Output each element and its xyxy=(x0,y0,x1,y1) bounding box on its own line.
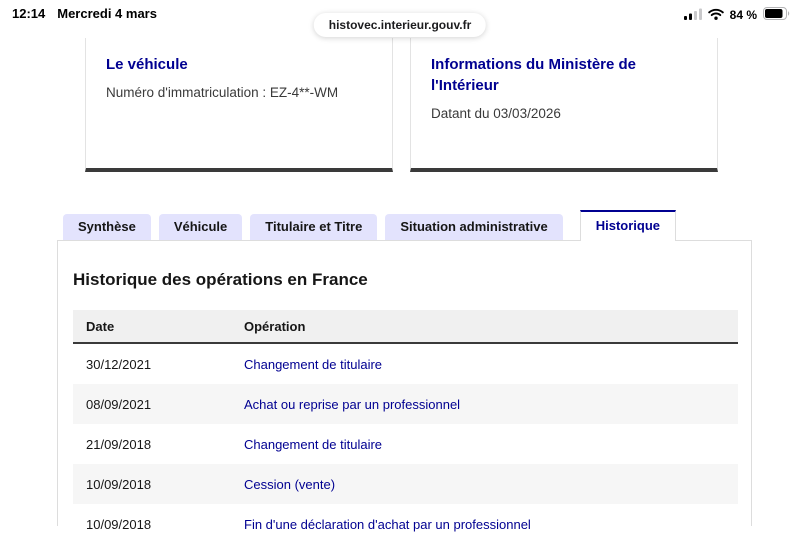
table-header-row: Date Opération xyxy=(73,310,738,344)
table-row: 21/09/2018 Changement de titulaire xyxy=(73,424,738,464)
statusbar-right: 84 % xyxy=(683,7,790,23)
vehicle-card-title: Le véhicule xyxy=(106,56,188,73)
table-row: 30/12/2021 Changement de titulaire xyxy=(73,344,738,384)
statusbar-date: Mercredi 4 mars xyxy=(57,6,157,21)
page-title: Historique des opérations en France xyxy=(73,270,368,289)
operation-link[interactable]: Changement de titulaire xyxy=(244,437,382,452)
battery-percent: 84 % xyxy=(729,8,757,22)
ministry-card-title: Informations du Ministère de l'Intérieur xyxy=(431,56,637,94)
statusbar-left: 12:14 Mercredi 4 mars xyxy=(12,6,157,21)
operation-date: 21/09/2018 xyxy=(86,436,152,452)
ministry-card: Informations du Ministère de l'Intérieur… xyxy=(410,38,718,172)
operation-date: 30/12/2021 xyxy=(86,356,152,372)
table-row: 10/09/2018 Cession (vente) xyxy=(73,464,738,504)
cellular-signal-icon xyxy=(683,8,702,23)
tab-synthese[interactable]: Synthèse xyxy=(63,214,151,240)
operation-link[interactable]: Changement de titulaire xyxy=(244,357,382,372)
battery-icon xyxy=(763,7,790,23)
column-header-operation: Opération xyxy=(244,318,306,334)
clock-time: 12:14 xyxy=(12,6,46,21)
wifi-icon xyxy=(707,8,724,23)
history-table: Date Opération 30/12/2021 Changement de … xyxy=(73,310,738,544)
operation-date: 08/09/2021 xyxy=(86,396,152,412)
operation-link[interactable]: Fin d'une déclaration d'achat par un pro… xyxy=(244,517,531,532)
browser-address-bar[interactable]: histovec.interieur.gouv.fr xyxy=(313,13,487,37)
tab-titulaire-et-titre[interactable]: Titulaire et Titre xyxy=(250,214,378,240)
data-date: Datant du 03/03/2026 xyxy=(431,106,561,121)
operation-link[interactable]: Cession (vente) xyxy=(244,477,335,492)
historique-panel: Historique des opérations en France Date… xyxy=(57,240,752,532)
operation-link[interactable]: Achat ou reprise par un professionnel xyxy=(244,397,460,412)
tab-historique[interactable]: Historique xyxy=(579,210,677,241)
tab-situation-administrative[interactable]: Situation administrative xyxy=(385,214,563,240)
table-row: 08/09/2021 Achat ou reprise par un profe… xyxy=(73,384,738,424)
column-header-date: Date xyxy=(86,318,115,334)
tab-vehicule[interactable]: Véhicule xyxy=(158,214,243,240)
operation-date: 10/09/2018 xyxy=(86,516,152,532)
address-bar-url: histovec.interieur.gouv.fr xyxy=(328,18,472,32)
table-row: 10/09/2018 Fin d'une déclaration d'achat… xyxy=(73,504,738,544)
vehicle-card: Le véhicule Numéro d'immatriculation : E… xyxy=(85,38,393,172)
tab-bar: Synthèse Véhicule Titulaire et Titre Sit… xyxy=(63,210,677,241)
operation-date: 10/09/2018 xyxy=(86,476,152,492)
registration-number: Numéro d'immatriculation : EZ-4**-WM xyxy=(106,85,339,100)
